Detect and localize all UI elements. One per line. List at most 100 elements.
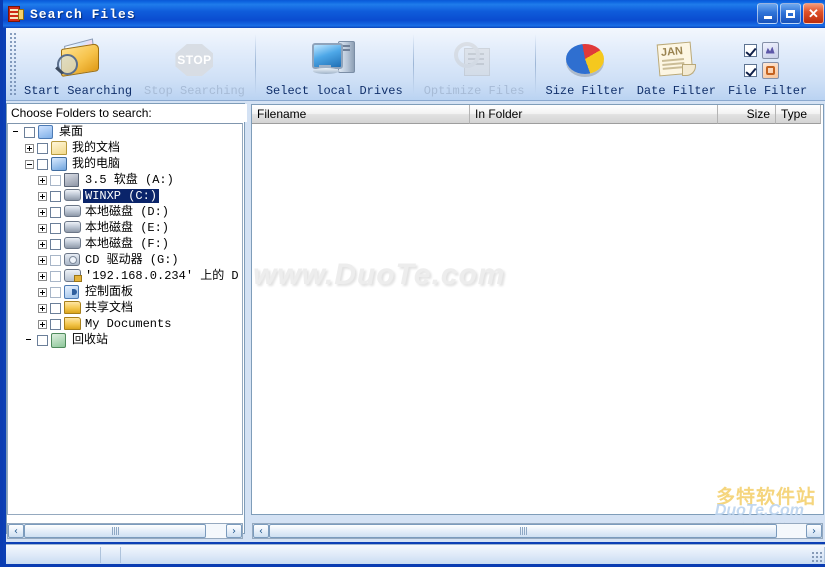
close-button[interactable]: ✕ xyxy=(803,3,824,24)
tree-item[interactable]: 回收站 xyxy=(8,332,242,348)
size-filter-label: Size Filter xyxy=(545,84,625,98)
left-scroll-right-arrow[interactable]: › xyxy=(226,524,242,538)
tree-item[interactable]: 3.5 软盘 (A:) xyxy=(8,172,242,188)
results-scroll-right-arrow[interactable]: › xyxy=(806,524,822,538)
tree-item-checkbox[interactable] xyxy=(37,158,48,170)
tree-item[interactable]: CD 驱动器 (G:) xyxy=(8,252,242,268)
tree-item-checkbox[interactable] xyxy=(50,222,61,234)
tree-item-label: 本地磁盘 (F:) xyxy=(85,237,170,251)
tree-expander-plus-icon[interactable] xyxy=(38,303,47,313)
tree-item-checkbox[interactable] xyxy=(50,318,61,330)
toolbar: Start Searching STOP Stop Searching Sele… xyxy=(6,28,825,101)
left-scroll-thumb[interactable] xyxy=(24,524,206,538)
tree-item[interactable]: My Documents xyxy=(8,316,242,332)
recycle-bin-icon xyxy=(51,333,67,348)
date-filter-label: Date Filter xyxy=(636,84,716,98)
tree-item[interactable]: 桌面 xyxy=(8,124,242,140)
maximize-button[interactable] xyxy=(780,3,801,24)
left-scroll-left-arrow[interactable]: ‹ xyxy=(8,524,24,538)
my-computer-icon xyxy=(51,157,67,171)
tree-item-checkbox[interactable] xyxy=(50,238,61,250)
tree-item-label: 本地磁盘 (E:) xyxy=(85,221,170,235)
size-filter-button[interactable]: Size Filter xyxy=(540,28,631,100)
results-pane xyxy=(251,104,824,515)
tree-item-label: '192.168.0.234' 上的 D (Z:) xyxy=(85,269,242,283)
tree-item-label: WINXP (C:) xyxy=(83,189,160,203)
results-scroll-left-arrow[interactable]: ‹ xyxy=(253,524,269,538)
results-scroll-thumb[interactable] xyxy=(269,524,777,538)
minimize-button[interactable] xyxy=(757,3,778,24)
tree-item[interactable]: 本地磁盘 (D:) xyxy=(8,204,242,220)
left-scroll-trough[interactable] xyxy=(24,524,226,538)
column-header[interactable]: Filename xyxy=(252,105,470,124)
harddisk-icon xyxy=(64,237,81,251)
stop-sign-icon: STOP xyxy=(173,38,215,82)
tree-item-label: 回收站 xyxy=(72,333,109,347)
tree-expander-plus-icon[interactable] xyxy=(38,223,47,233)
tree-item-checkbox[interactable] xyxy=(50,270,61,282)
tree-item-checkbox[interactable] xyxy=(50,286,61,298)
status-bar xyxy=(6,544,825,564)
tree-expander-plus-icon[interactable] xyxy=(38,271,47,281)
folder-tree[interactable]: 桌面 我的文档 我的电脑 3.5 软盘 (A:) WINXP (C:) 本地磁盘 (D:)… xyxy=(7,123,243,515)
toolbar-separator xyxy=(534,34,536,94)
date-filter-button[interactable]: JAN Date Filter xyxy=(631,28,722,100)
photo-file-icon xyxy=(761,61,779,79)
tree-item-checkbox[interactable] xyxy=(50,302,61,314)
tree-expander-plus-icon[interactable] xyxy=(38,255,47,265)
tree-item[interactable]: 本地磁盘 (F:) xyxy=(8,236,242,252)
tree-item-checkbox[interactable] xyxy=(50,206,61,218)
left-pane-hscrollbar[interactable]: ‹ › xyxy=(7,523,243,539)
column-header[interactable]: Size xyxy=(718,105,776,124)
column-header[interactable]: In Folder xyxy=(470,105,718,124)
control-panel-icon xyxy=(64,285,80,299)
tree-item[interactable]: 本地磁盘 (E:) xyxy=(8,220,242,236)
results-hscrollbar[interactable]: ‹ › xyxy=(252,523,823,539)
tree-item[interactable]: 控制面板 xyxy=(8,284,242,300)
tree-expander-plus-icon[interactable] xyxy=(25,143,34,153)
tree-item[interactable]: 我的文档 xyxy=(8,140,242,156)
tree-expander-plus-icon[interactable] xyxy=(38,319,47,329)
folder-icon xyxy=(64,317,81,331)
tree-item-checkbox[interactable] xyxy=(50,190,61,202)
tree-item-checkbox[interactable] xyxy=(24,126,35,138)
column-header-label: Size xyxy=(746,107,770,121)
tree-item-checkbox[interactable] xyxy=(50,254,61,266)
select-local-drives-label: Select local Drives xyxy=(265,84,403,98)
tree-item[interactable]: 共享文档 xyxy=(8,300,242,316)
tree-item[interactable]: WINXP (C:) xyxy=(8,188,242,204)
tree-item-checkbox[interactable] xyxy=(50,174,61,186)
optimize-files-button[interactable]: Optimize Files xyxy=(418,28,531,100)
tree-expander-plus-icon[interactable] xyxy=(38,287,47,297)
select-local-drives-button[interactable]: Select local Drives xyxy=(260,28,409,100)
tree-item[interactable]: '192.168.0.234' 上的 D (Z:) xyxy=(8,268,242,284)
tree-item-checkbox[interactable] xyxy=(37,142,48,154)
results-column-headers[interactable]: Filename In Folder Size Type xyxy=(252,105,823,124)
file-filter-checkbox-2[interactable] xyxy=(743,63,757,77)
tree-expander-minus-icon[interactable] xyxy=(25,159,34,169)
desktop-icon xyxy=(38,125,54,139)
start-searching-label: Start Searching xyxy=(24,84,133,98)
toolbar-grip[interactable] xyxy=(9,32,16,96)
tree-item[interactable]: 我的电脑 xyxy=(8,156,242,172)
column-header-label: In Folder xyxy=(475,107,523,121)
file-filter-button[interactable]: File Filter xyxy=(722,28,813,100)
tree-expander-plus-icon[interactable] xyxy=(38,207,47,217)
tree-expander-plus-icon[interactable] xyxy=(38,239,47,249)
stop-searching-button[interactable]: STOP Stop Searching xyxy=(138,28,251,100)
optimize-gear-icon xyxy=(452,38,496,82)
tree-item-checkbox[interactable] xyxy=(37,334,48,346)
tree-item-label: 我的电脑 xyxy=(72,157,121,171)
pie-chart-icon xyxy=(565,38,605,82)
column-header[interactable]: Type xyxy=(776,105,821,124)
window-controls: ✕ xyxy=(757,3,824,24)
start-searching-button[interactable]: Start Searching xyxy=(18,28,138,100)
resize-grip[interactable] xyxy=(811,551,823,563)
window-title: Search Files xyxy=(30,6,136,22)
tree-expander-plus-icon[interactable] xyxy=(38,191,47,201)
results-scroll-trough[interactable] xyxy=(269,524,806,538)
application-window: Search Files ✕ Start Searching STOP Stop… xyxy=(0,0,825,567)
file-filter-checkbox-1[interactable] xyxy=(743,43,757,57)
toolbar-separator xyxy=(254,34,256,94)
tree-expander-plus-icon[interactable] xyxy=(38,175,47,185)
